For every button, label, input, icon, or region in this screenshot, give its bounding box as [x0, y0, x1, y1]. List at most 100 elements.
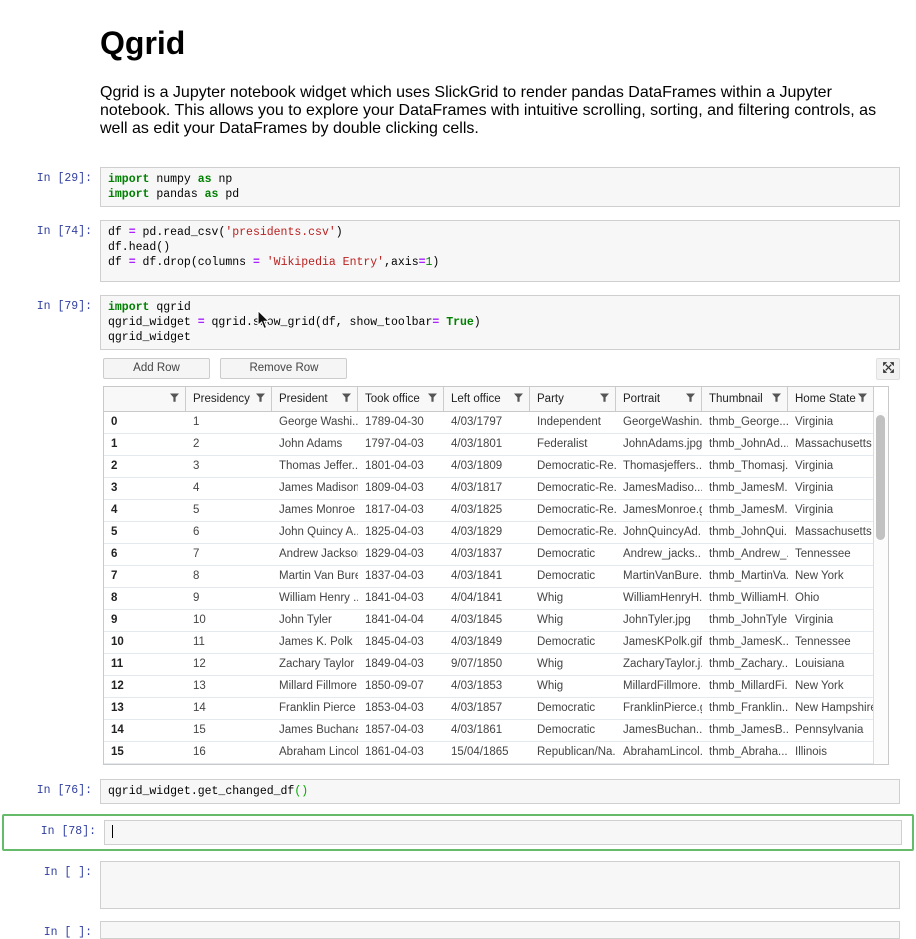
row-index-cell[interactable]: 12: [104, 675, 186, 697]
table-row[interactable]: 12John Adams1797-04-034/03/1801Federalis…: [104, 434, 874, 456]
table-cell[interactable]: thmb_Thomasj...: [702, 455, 788, 477]
table-cell[interactable]: 2: [186, 433, 272, 455]
table-row[interactable]: 89William Henry ...1841-04-034/04/1841Wh…: [104, 588, 874, 610]
table-cell[interactable]: 1841-04-03: [358, 587, 444, 609]
filter-icon[interactable]: [341, 392, 352, 406]
row-index-cell[interactable]: 10: [104, 631, 186, 653]
table-cell[interactable]: 4: [186, 477, 272, 499]
table-cell[interactable]: Andrew Jackson: [272, 543, 358, 565]
table-cell[interactable]: GeorgeWashin...: [616, 411, 702, 433]
row-index-cell[interactable]: 0: [104, 411, 186, 433]
table-cell[interactable]: thmb_JamesB...: [702, 719, 788, 741]
table-cell[interactable]: JohnQuincyAd...: [616, 521, 702, 543]
table-cell[interactable]: Republican/Na...: [530, 741, 616, 763]
table-row[interactable]: 34James Madison1809-04-034/03/1817Democr…: [104, 478, 874, 500]
code-cell-79[interactable]: In [79]: import qgridqgrid_widget = qgri…: [0, 295, 916, 350]
table-cell[interactable]: John Adams: [272, 433, 358, 455]
table-cell[interactable]: 10: [186, 609, 272, 631]
table-cell[interactable]: 1837-04-03: [358, 565, 444, 587]
table-row[interactable]: 1213Millard Fillmore1850-09-074/03/1853W…: [104, 676, 874, 698]
scrollbar-thumb[interactable]: [876, 415, 885, 540]
filter-icon[interactable]: [169, 392, 180, 406]
table-cell[interactable]: JamesKPolk.gif: [616, 631, 702, 653]
table-cell[interactable]: thmb_JamesM...: [702, 477, 788, 499]
table-cell[interactable]: thmb_JamesM...: [702, 499, 788, 521]
table-cell[interactable]: 1: [186, 411, 272, 433]
table-cell[interactable]: Pennsylvania: [788, 719, 874, 741]
table-row[interactable]: 1314Franklin Pierce1853-04-034/03/1857De…: [104, 698, 874, 720]
table-cell[interactable]: 1829-04-03: [358, 543, 444, 565]
code-cell-29[interactable]: In [29]: import numpy as npimport pandas…: [0, 167, 916, 207]
table-cell[interactable]: thmb_MartinVa...: [702, 565, 788, 587]
table-cell[interactable]: FranklinPierce.gif: [616, 697, 702, 719]
table-row[interactable]: 01George Washi...1789-04-304/03/1797Inde…: [104, 412, 874, 434]
table-cell[interactable]: 1845-04-03: [358, 631, 444, 653]
table-cell[interactable]: 12: [186, 653, 272, 675]
table-cell[interactable]: Democratic: [530, 631, 616, 653]
code-input[interactable]: df = pd.read_csv('presidents.csv')df.hea…: [100, 220, 900, 282]
table-cell[interactable]: 6: [186, 521, 272, 543]
table-cell[interactable]: 11: [186, 631, 272, 653]
table-cell[interactable]: 4/03/1829: [444, 521, 530, 543]
table-cell[interactable]: 9: [186, 587, 272, 609]
table-cell[interactable]: 4/03/1837: [444, 543, 530, 565]
code-cell-empty-2[interactable]: In [ ]:: [0, 921, 916, 939]
column-header-left-office[interactable]: Left office: [444, 387, 530, 411]
column-header-thumbnail[interactable]: Thumbnail: [702, 387, 788, 411]
table-cell[interactable]: 4/03/1801: [444, 433, 530, 455]
code-input-active[interactable]: [104, 820, 902, 845]
table-cell[interactable]: 4/04/1841: [444, 587, 530, 609]
table-cell[interactable]: Whig: [530, 675, 616, 697]
column-header-party[interactable]: Party: [530, 387, 616, 411]
table-cell[interactable]: thmb_JamesK...: [702, 631, 788, 653]
table-cell[interactable]: 16: [186, 741, 272, 763]
table-cell[interactable]: John Tyler: [272, 609, 358, 631]
table-cell[interactable]: 9/07/1850: [444, 653, 530, 675]
filter-icon[interactable]: [513, 392, 524, 406]
table-row[interactable]: 1112Zachary Taylor1849-04-039/07/1850Whi…: [104, 654, 874, 676]
row-index-cell[interactable]: 4: [104, 499, 186, 521]
table-cell[interactable]: Whig: [530, 609, 616, 631]
table-cell[interactable]: WilliamHenryH...: [616, 587, 702, 609]
table-cell[interactable]: 3: [186, 455, 272, 477]
remove-row-button[interactable]: Remove Row: [220, 358, 347, 379]
table-cell[interactable]: Democratic: [530, 543, 616, 565]
table-cell[interactable]: Illinois: [788, 741, 874, 763]
table-row[interactable]: 910John Tyler1841-04-044/03/1845WhigJohn…: [104, 610, 874, 632]
row-index-cell[interactable]: 5: [104, 521, 186, 543]
row-index-cell[interactable]: 15: [104, 741, 186, 763]
table-cell[interactable]: 1850-09-07: [358, 675, 444, 697]
row-index-cell[interactable]: 1: [104, 433, 186, 455]
row-index-cell[interactable]: 7: [104, 565, 186, 587]
code-cell-76[interactable]: In [76]: qgrid_widget.get_changed_df(): [0, 779, 916, 804]
code-input[interactable]: import qgridqgrid_widget = qgrid.show_gr…: [100, 295, 900, 350]
table-row[interactable]: 45James Monroe1817-04-034/03/1825Democra…: [104, 500, 874, 522]
table-cell[interactable]: Franklin Pierce: [272, 697, 358, 719]
table-cell[interactable]: 1849-04-03: [358, 653, 444, 675]
table-row[interactable]: 1516Abraham Lincoln1861-04-0315/04/1865R…: [104, 742, 874, 764]
table-cell[interactable]: thmb_JohnTyle...: [702, 609, 788, 631]
table-cell[interactable]: Virginia: [788, 411, 874, 433]
table-cell[interactable]: JohnAdams.jpg: [616, 433, 702, 455]
row-index-cell[interactable]: 3: [104, 477, 186, 499]
table-cell[interactable]: thmb_George...: [702, 411, 788, 433]
table-cell[interactable]: 7: [186, 543, 272, 565]
table-cell[interactable]: Democratic-Re...: [530, 499, 616, 521]
table-cell[interactable]: 4/03/1817: [444, 477, 530, 499]
table-cell[interactable]: 4/03/1857: [444, 697, 530, 719]
table-cell[interactable]: 1789-04-30: [358, 411, 444, 433]
table-cell[interactable]: Whig: [530, 587, 616, 609]
table-cell[interactable]: Massachusetts: [788, 521, 874, 543]
table-cell[interactable]: Virginia: [788, 477, 874, 499]
table-cell[interactable]: thmb_MillardFi...: [702, 675, 788, 697]
table-cell[interactable]: 1841-04-04: [358, 609, 444, 631]
code-cell-empty-1[interactable]: In [ ]:: [0, 861, 916, 909]
table-cell[interactable]: 14: [186, 697, 272, 719]
column-header-home-state[interactable]: Home State: [788, 387, 874, 411]
code-input[interactable]: [100, 921, 900, 939]
table-cell[interactable]: 15/04/1865: [444, 741, 530, 763]
table-cell[interactable]: thmb_WilliamH...: [702, 587, 788, 609]
row-index-cell[interactable]: 11: [104, 653, 186, 675]
filter-icon[interactable]: [427, 392, 438, 406]
table-cell[interactable]: JohnTyler.jpg: [616, 609, 702, 631]
